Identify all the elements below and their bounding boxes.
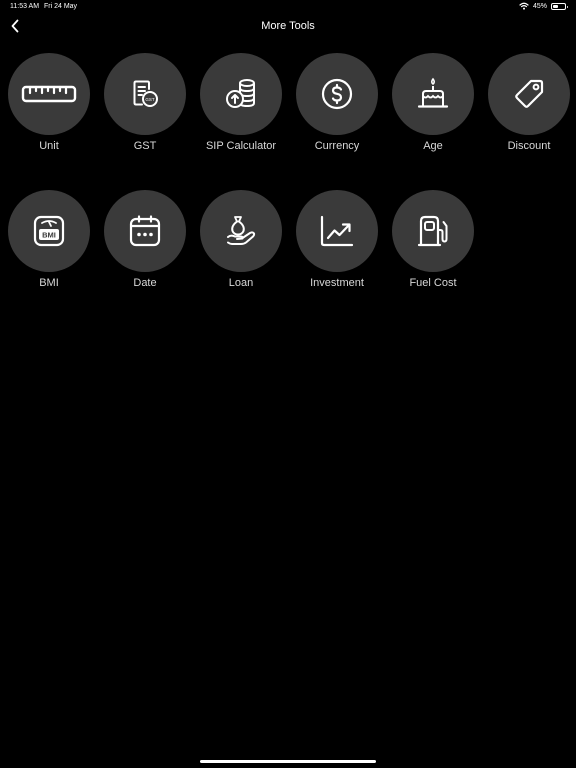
tool-discount-tile[interactable] [488, 53, 570, 135]
tool-unit[interactable]: Unit [1, 53, 97, 163]
tool-fuel-cost-tile[interactable] [392, 190, 474, 272]
tool-investment-tile[interactable] [296, 190, 378, 272]
navigation-bar: More Tools [0, 14, 576, 38]
tool-sip-calculator-tile[interactable] [200, 53, 282, 135]
tool-fuel-cost[interactable]: Fuel Cost [385, 190, 481, 300]
tool-currency-tile[interactable] [296, 53, 378, 135]
tool-date-tile[interactable] [104, 190, 186, 272]
tool-bmi[interactable]: BMI BMI [1, 190, 97, 300]
tool-loan[interactable]: Loan [193, 190, 289, 300]
tool-gst[interactable]: GST GST [97, 53, 193, 163]
tool-investment[interactable]: Investment [289, 190, 385, 300]
tool-discount[interactable]: Discount [481, 53, 576, 163]
wifi-icon [519, 2, 529, 10]
bmi-scale-icon: BMI [33, 215, 65, 247]
trend-chart-icon [320, 215, 354, 247]
tool-currency[interactable]: Currency [289, 53, 385, 163]
tool-loan-tile[interactable] [200, 190, 282, 272]
tool-label: Currency [314, 140, 360, 152]
hand-money-bag-icon [227, 216, 256, 245]
calendar-icon [129, 215, 161, 247]
tool-label: Investment [310, 277, 364, 289]
status-time: 11:53 AM [10, 3, 40, 10]
tool-bmi-tile[interactable]: BMI [8, 190, 90, 272]
tool-label: GST [133, 140, 157, 152]
tool-label: Fuel Cost [409, 277, 457, 289]
status-indicators: 45% [519, 2, 568, 10]
ruler-icon [21, 85, 77, 103]
tool-label: Loan [228, 277, 254, 289]
dollar-circle-icon [321, 78, 353, 110]
tool-age[interactable]: Age [385, 53, 481, 163]
tool-label: Discount [507, 140, 551, 152]
gst-receipt-icon: GST [133, 80, 158, 107]
tool-sip-calculator[interactable]: SIP Calculator [193, 53, 289, 163]
battery-percentage: 45% [532, 2, 547, 10]
fuel-pump-icon [417, 215, 448, 247]
birthday-cake-icon [417, 77, 449, 108]
status-date: Fri 24 May [44, 3, 78, 10]
coins-stack-icon [226, 79, 255, 108]
tool-label: Age [423, 140, 443, 152]
battery-icon [551, 2, 568, 10]
tool-label: Unit [39, 140, 59, 152]
tool-gst-tile[interactable]: GST [104, 53, 186, 135]
price-tag-icon [515, 79, 544, 108]
tool-label: SIP Calculator [205, 140, 277, 152]
svg-text:BMI: BMI [42, 231, 56, 240]
tool-label: Date [133, 277, 157, 289]
battery-fill [553, 4, 558, 8]
tool-date[interactable]: Date [97, 190, 193, 300]
tool-unit-tile[interactable] [8, 53, 90, 135]
page-title: More Tools [261, 20, 315, 32]
tool-age-tile[interactable] [392, 53, 474, 135]
home-indicator[interactable] [200, 760, 376, 763]
status-bar: 11:53 AM Fri 24 May 45% [0, 0, 576, 14]
svg-text:GST: GST [145, 97, 155, 102]
tool-label: BMI [39, 277, 59, 289]
